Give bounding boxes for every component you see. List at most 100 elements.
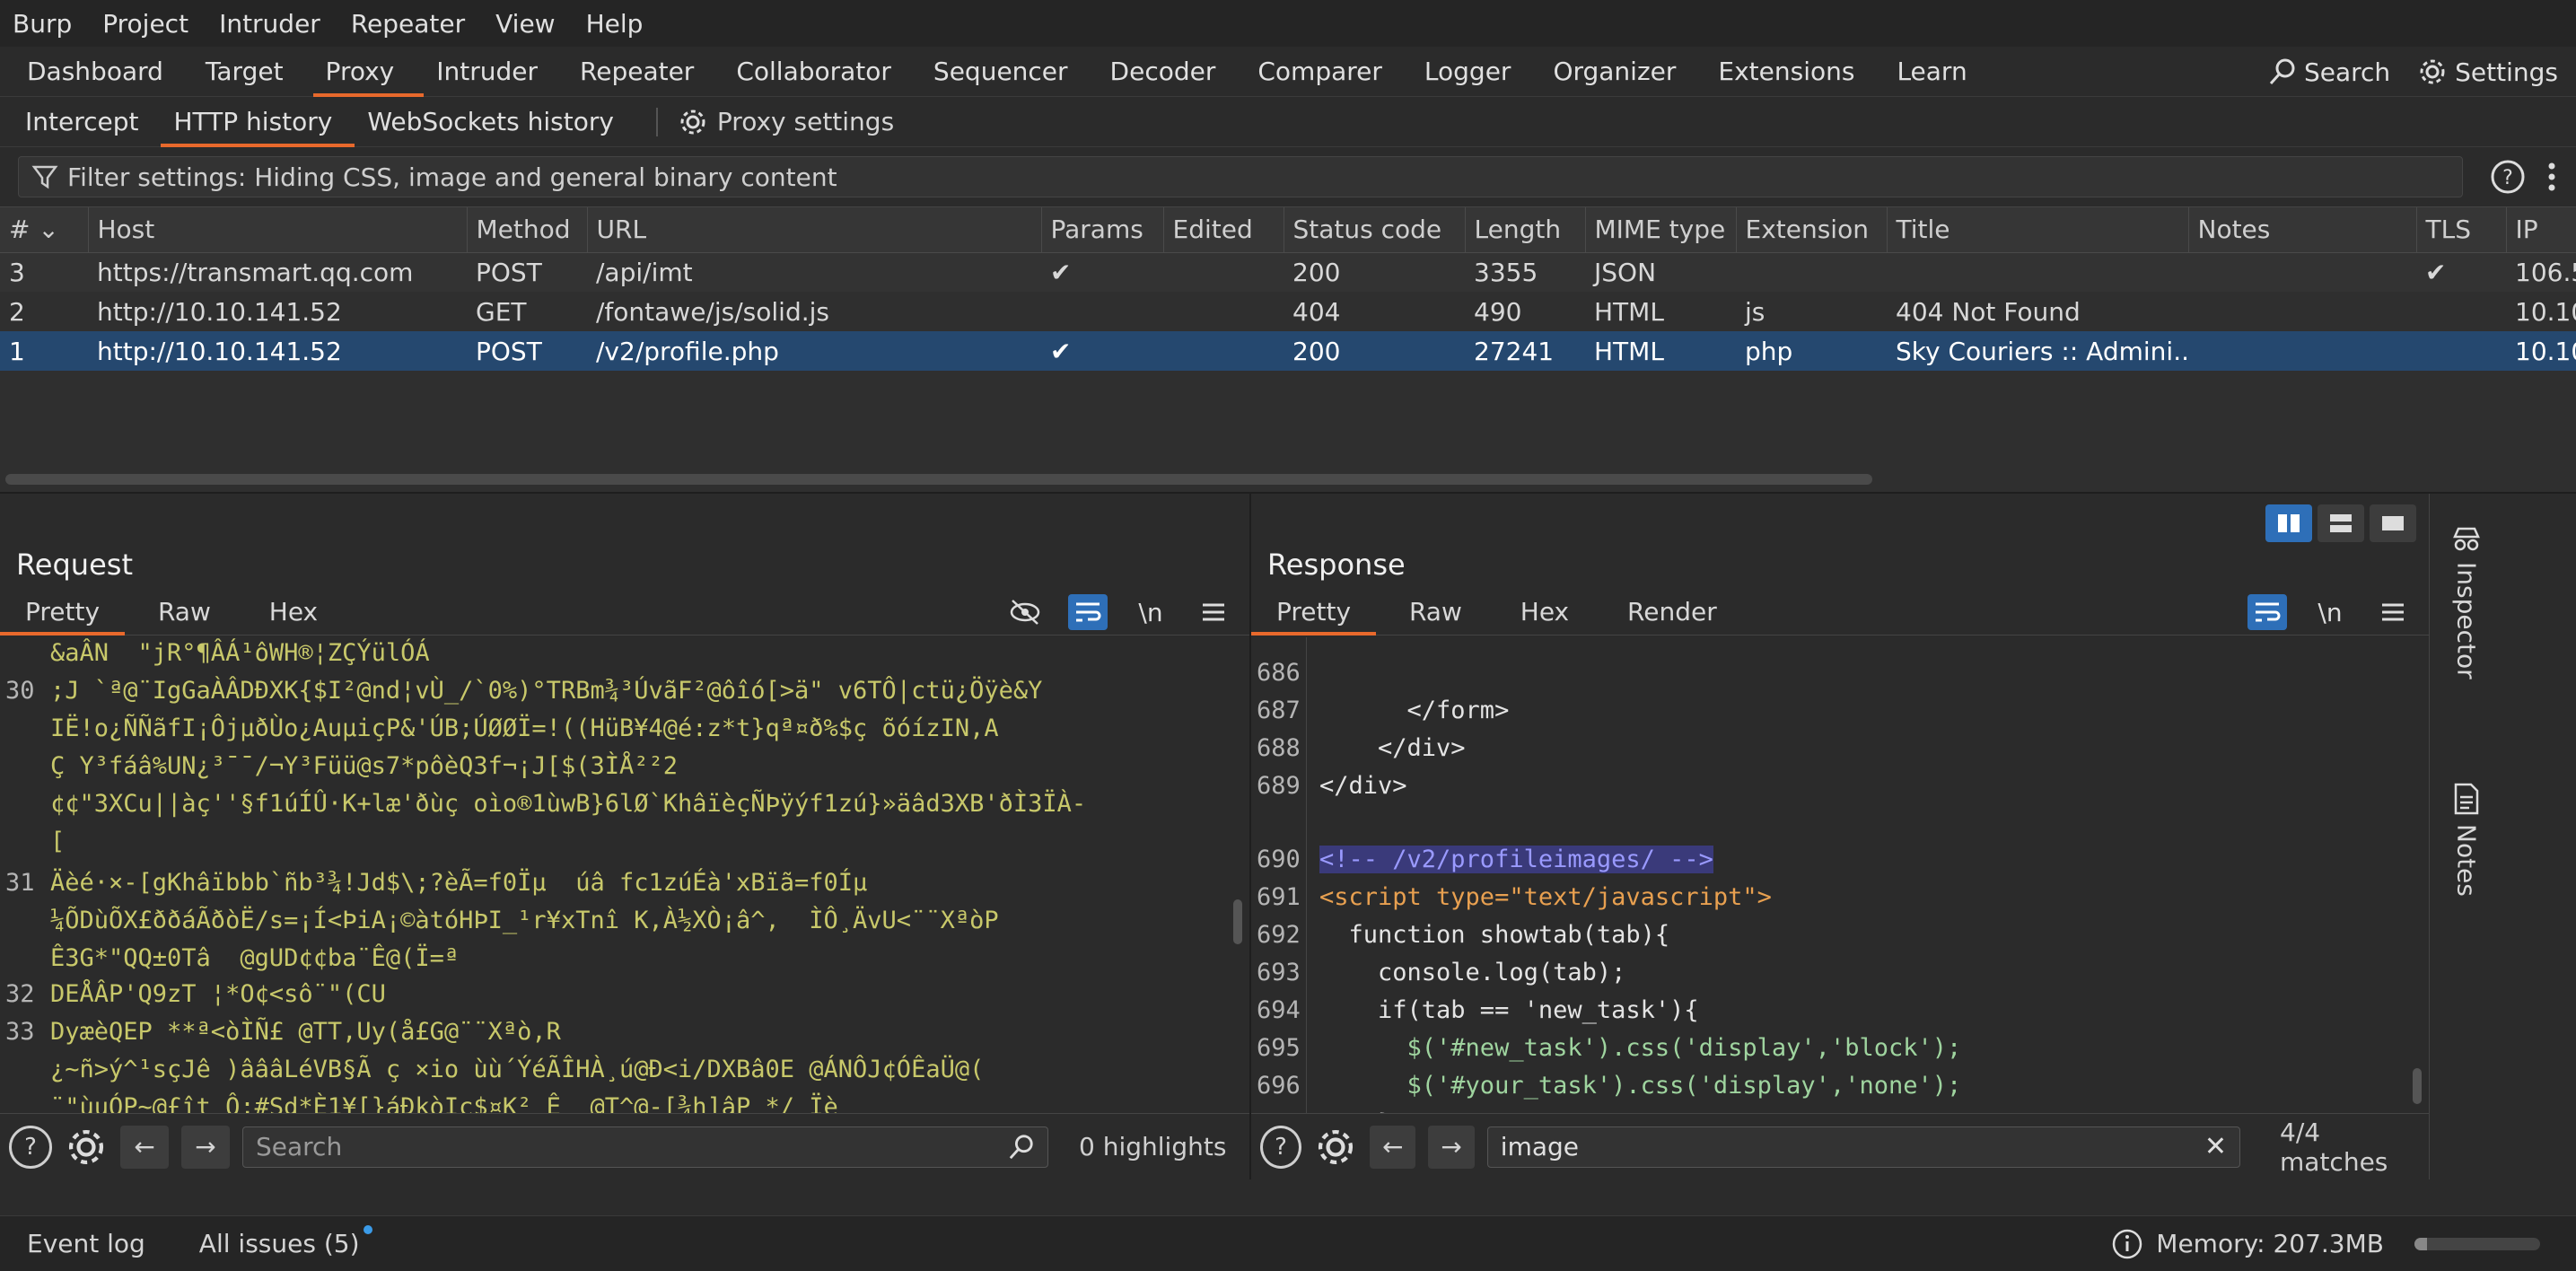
col-edited[interactable]: Edited (1163, 207, 1284, 253)
wrap-lines-icon[interactable] (1068, 594, 1108, 630)
vertical-scrollbar[interactable] (1233, 899, 1242, 944)
subtab-http-history[interactable]: HTTP history (161, 97, 355, 147)
next-match-button[interactable]: → (181, 1125, 230, 1169)
menu-intruder[interactable]: Intruder (219, 9, 320, 39)
newline-toggle-icon[interactable]: \n (1131, 594, 1170, 630)
clear-icon[interactable]: ✕ (2204, 1131, 2227, 1162)
divider (655, 107, 658, 136)
layout-stacked-icon[interactable] (2318, 504, 2364, 542)
code-line: ¿~ñ>ý^¹sçJê )âââLéVB§Ã ç ×io ùù´ÝéÃÎHÀ¸ú… (50, 1056, 985, 1083)
subtab-intercept[interactable]: Intercept (13, 97, 161, 147)
newline-toggle-icon[interactable]: \n (2310, 594, 2350, 630)
col-status-code[interactable]: Status code (1284, 207, 1466, 253)
proxy-settings-button[interactable]: Proxy settings (678, 107, 894, 137)
notification-dot (363, 1225, 372, 1234)
request-title: Request (16, 548, 133, 582)
table-row[interactable]: 2 http://10.10.141.52 GET/fontawe/js/solid… (0, 292, 2576, 331)
col-notes[interactable]: Notes (2188, 207, 2417, 253)
response-view-controls: \n (2247, 594, 2413, 630)
help-icon[interactable]: ? (9, 1125, 52, 1169)
col-title[interactable]: Title (1887, 207, 2189, 253)
notes-icon (2453, 783, 2480, 815)
filter-text: Filter settings: Hiding CSS, image and g… (67, 162, 837, 192)
menu-repeater[interactable]: Repeater (351, 9, 465, 39)
request-tab-hex[interactable]: Hex (244, 589, 343, 636)
response-tab-pretty[interactable]: Pretty (1251, 589, 1377, 636)
tab-comparer[interactable]: Comparer (1245, 47, 1412, 97)
settings-label: Settings (2455, 57, 2558, 87)
help-icon[interactable]: ? (1260, 1125, 1301, 1169)
tab-decoder[interactable]: Decoder (1098, 47, 1246, 97)
code-line: ¨"ùuÓP~@£ît Ô;#Sd*È1¥[}áÐkòIc$¤K² Ê @T^@… (50, 1093, 838, 1113)
response-tab-raw[interactable]: Raw (1384, 589, 1487, 636)
menu-view[interactable]: View (495, 9, 555, 39)
help-icon[interactable]: ? (2490, 159, 2526, 195)
tab-logger[interactable]: Logger (1412, 47, 1541, 97)
memory-usage: Memory: 207.3MB (2156, 1229, 2384, 1258)
request-body[interactable]: 30 31 32 33 &aÂN "jR°¶ÂÁ¹ôWH®¦ZÇÝülÓÁ ;J… (0, 637, 1249, 1113)
layout-buttons (2265, 504, 2416, 542)
response-tab-render[interactable]: Render (1602, 589, 1742, 636)
tab-extensions[interactable]: Extensions (1705, 47, 1884, 97)
svg-text:?: ? (2502, 167, 2513, 189)
filter-settings-box[interactable]: Filter settings: Hiding CSS, image and g… (18, 156, 2463, 197)
menu-help[interactable]: Help (586, 9, 644, 39)
menu-project[interactable]: Project (102, 9, 188, 39)
previous-match-button[interactable]: ← (120, 1125, 169, 1169)
message-panes: Request Pretty Raw Hex \n 30 31 32 33 &a… (0, 492, 2576, 1179)
menu-icon[interactable] (1194, 594, 1233, 630)
more-options-icon[interactable] (2545, 159, 2558, 195)
response-search-input[interactable]: image ✕ (1486, 1126, 2241, 1168)
col-mime-type[interactable]: MIME type (1585, 207, 1737, 253)
tab-organizer[interactable]: Organizer (1540, 47, 1705, 97)
vertical-scrollbar[interactable] (2413, 1068, 2422, 1104)
tab-repeater[interactable]: Repeater (567, 47, 723, 97)
response-body[interactable]: 686 687 688 689 690 691 692 693 694 695 … (1251, 637, 2429, 1113)
tab-sequencer[interactable]: Sequencer (921, 47, 1098, 97)
col-ip[interactable]: IP (2506, 207, 2576, 253)
table-row[interactable]: 3 https://transmart.qq.com POST/api/imt ✔ 20… (0, 252, 2576, 292)
col-params[interactable]: Params (1041, 207, 1164, 253)
response-tab-hex[interactable]: Hex (1495, 589, 1594, 636)
gear-icon[interactable] (1314, 1126, 1357, 1169)
request-tab-raw[interactable]: Raw (133, 589, 236, 636)
layout-side-by-side-icon[interactable] (2265, 504, 2312, 542)
wrap-lines-icon[interactable] (2247, 594, 2287, 630)
tab-learn[interactable]: Learn (1884, 47, 1996, 97)
col-extension[interactable]: Extension (1736, 207, 1888, 253)
col-length[interactable]: Length (1465, 207, 1586, 253)
event-log-link[interactable]: Event log (27, 1229, 145, 1258)
global-search-button[interactable]: Search (2268, 57, 2390, 87)
settings-button[interactable]: Settings (2417, 57, 2558, 87)
request-view-controls: \n (1005, 594, 1233, 630)
col-number[interactable]: # ⌄ (0, 207, 89, 253)
col-tls[interactable]: TLS (2416, 207, 2507, 253)
params-check-icon: ✔ (1041, 252, 1163, 292)
all-issues-link[interactable]: All issues (5) (199, 1225, 372, 1258)
tab-collaborator[interactable]: Collaborator (723, 47, 921, 97)
memory-bar (2414, 1237, 2540, 1250)
col-host[interactable]: Host (88, 207, 468, 253)
col-url[interactable]: URL (587, 207, 1042, 253)
tab-target[interactable]: Target (193, 47, 313, 97)
request-search-input[interactable]: Search (242, 1126, 1048, 1168)
layout-tabs-icon[interactable] (2370, 504, 2416, 542)
inspector-tab[interactable]: Inspector (2430, 526, 2503, 679)
tab-dashboard[interactable]: Dashboard (14, 47, 193, 97)
gear-icon[interactable] (65, 1126, 108, 1169)
tab-intruder[interactable]: Intruder (424, 47, 567, 97)
table-row-selected[interactable]: 1 http://10.10.141.52 POST/v2/profile.php ✔… (0, 331, 2576, 371)
menu-icon[interactable] (2373, 594, 2413, 630)
subtab-websockets-history[interactable]: WebSockets history (355, 97, 636, 147)
tab-proxy[interactable]: Proxy (312, 47, 425, 97)
request-tab-pretty[interactable]: Pretty (0, 589, 126, 636)
code-line: </div> (1319, 734, 1466, 762)
filter-bar: Filter settings: Hiding CSS, image and g… (0, 147, 2576, 206)
previous-match-button[interactable]: ← (1369, 1125, 1416, 1169)
notes-tab[interactable]: Notes (2430, 783, 2503, 897)
hide-nonprintable-icon[interactable] (1005, 594, 1045, 630)
next-match-button[interactable]: → (1428, 1125, 1475, 1169)
col-method[interactable]: Method (467, 207, 588, 253)
horizontal-scrollbar[interactable] (5, 474, 1872, 485)
menu-burp[interactable]: Burp (13, 9, 72, 39)
